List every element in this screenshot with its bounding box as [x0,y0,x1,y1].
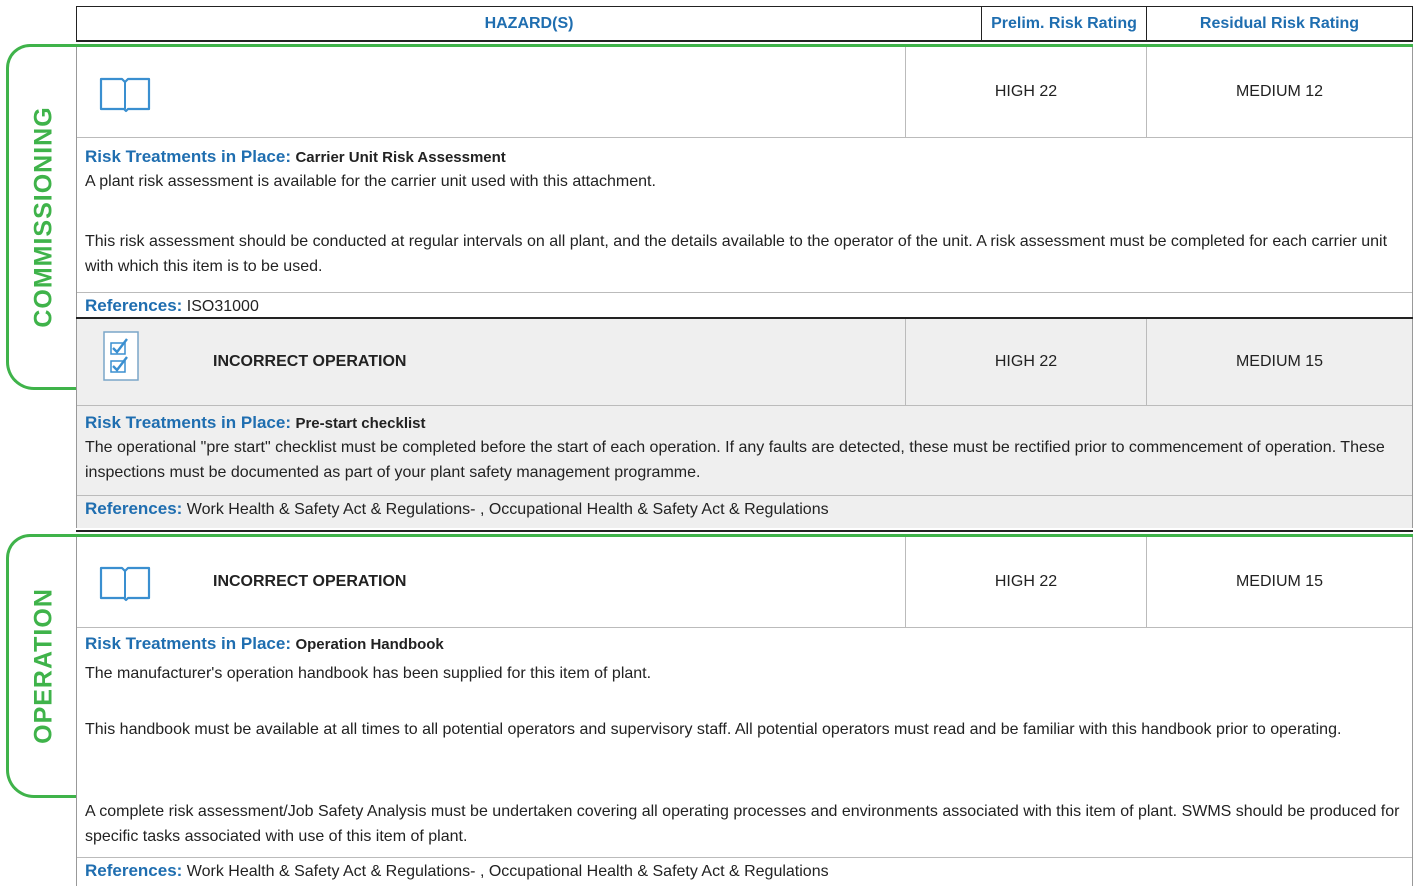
treatment-paragraph: A plant risk assessment is available for… [85,173,656,190]
section-label: OPERATION [29,588,57,744]
checklist-icon [103,331,139,381]
book-icon [99,77,151,113]
risk-treatment-heading: Risk Treatments in Place: Carrier Unit R… [85,144,1404,170]
treatment-paragraph: This risk assessment should be conducted… [85,233,1388,275]
risk-treatment-label: Risk Treatments in Place: [85,634,291,653]
references-line: References: ISO31000 [85,293,1404,319]
hazards-column-header: HAZARD(S) [484,15,574,32]
references-label: References: [85,296,183,315]
table-header: HAZARD(S) Prelim. Risk Rating Residual R… [76,6,1413,42]
treatment-paragraph: The operational "pre start" checklist mu… [85,439,1385,481]
hazard-row: HIGH 22 MEDIUM 12 [77,47,1412,138]
residual-risk-rating: MEDIUM 12 [1235,83,1324,100]
risk-treatment-label: Risk Treatments in Place: [85,147,291,166]
hazard-row: INCORRECT OPERATION HIGH 22 MEDIUM 15 [77,319,1412,406]
references-text: Work Health & Safety Act & Regulations- … [186,863,829,880]
treatment-paragraph: This handbook must be available at all t… [85,721,1342,738]
hazard-divider [76,530,1413,532]
section-label: COMMISSIONING [29,106,57,328]
prelim-risk-rating: HIGH 22 [994,353,1058,370]
hazard-name: INCORRECT OPERATION [213,573,407,590]
residual-risk-rating: MEDIUM 15 [1235,573,1324,590]
references-row: References: ISO31000 [77,292,1412,318]
references-row: References: Work Health & Safety Act & R… [77,857,1412,887]
risk-treatment-heading: Risk Treatments in Place: Pre-start chec… [85,410,1404,436]
references-line: References: Work Health & Safety Act & R… [85,858,1404,884]
hazard-name: INCORRECT OPERATION [213,353,407,370]
risk-treatment-label: Risk Treatments in Place: [85,413,291,432]
references-row: References: Work Health & Safety Act & R… [77,495,1412,521]
hazard-row: INCORRECT OPERATION HIGH 22 MEDIUM 15 [77,537,1412,628]
references-label: References: [85,499,183,518]
residual-risk-rating: MEDIUM 15 [1235,353,1324,370]
risk-treatment-heading: Risk Treatments in Place: Operation Hand… [85,631,1404,657]
references-text: Work Health & Safety Act & Regulations- … [186,501,829,518]
book-icon [99,566,151,602]
treatment-paragraph: A complete risk assessment/Job Safety An… [85,803,1400,845]
risk-treatment-title: Pre-start checklist [295,415,426,432]
prelim-risk-rating: HIGH 22 [994,83,1058,100]
treatment-paragraph: The manufacturer's operation handbook ha… [85,665,652,682]
section-tab-commissioning: COMMISSIONING [6,44,78,390]
residual-risk-column-header: Residual Risk Rating [1199,15,1360,32]
hazard-block: INCORRECT OPERATION HIGH 22 MEDIUM 15 Ri… [76,319,1413,528]
references-line: References: Work Health & Safety Act & R… [85,496,1404,522]
references-label: References: [85,861,183,880]
risk-treatment-title: Operation Handbook [295,636,444,653]
references-text: ISO31000 [186,298,259,315]
prelim-risk-column-header: Prelim. Risk Rating [991,15,1137,32]
section-tab-operation: OPERATION [6,534,78,798]
prelim-risk-rating: HIGH 22 [994,573,1058,590]
hazard-block: INCORRECT OPERATION HIGH 22 MEDIUM 15 Ri… [76,537,1413,886]
hazard-block: HIGH 22 MEDIUM 12 Risk Treatments in Pla… [76,47,1413,317]
risk-treatment-title: Carrier Unit Risk Assessment [295,149,506,166]
